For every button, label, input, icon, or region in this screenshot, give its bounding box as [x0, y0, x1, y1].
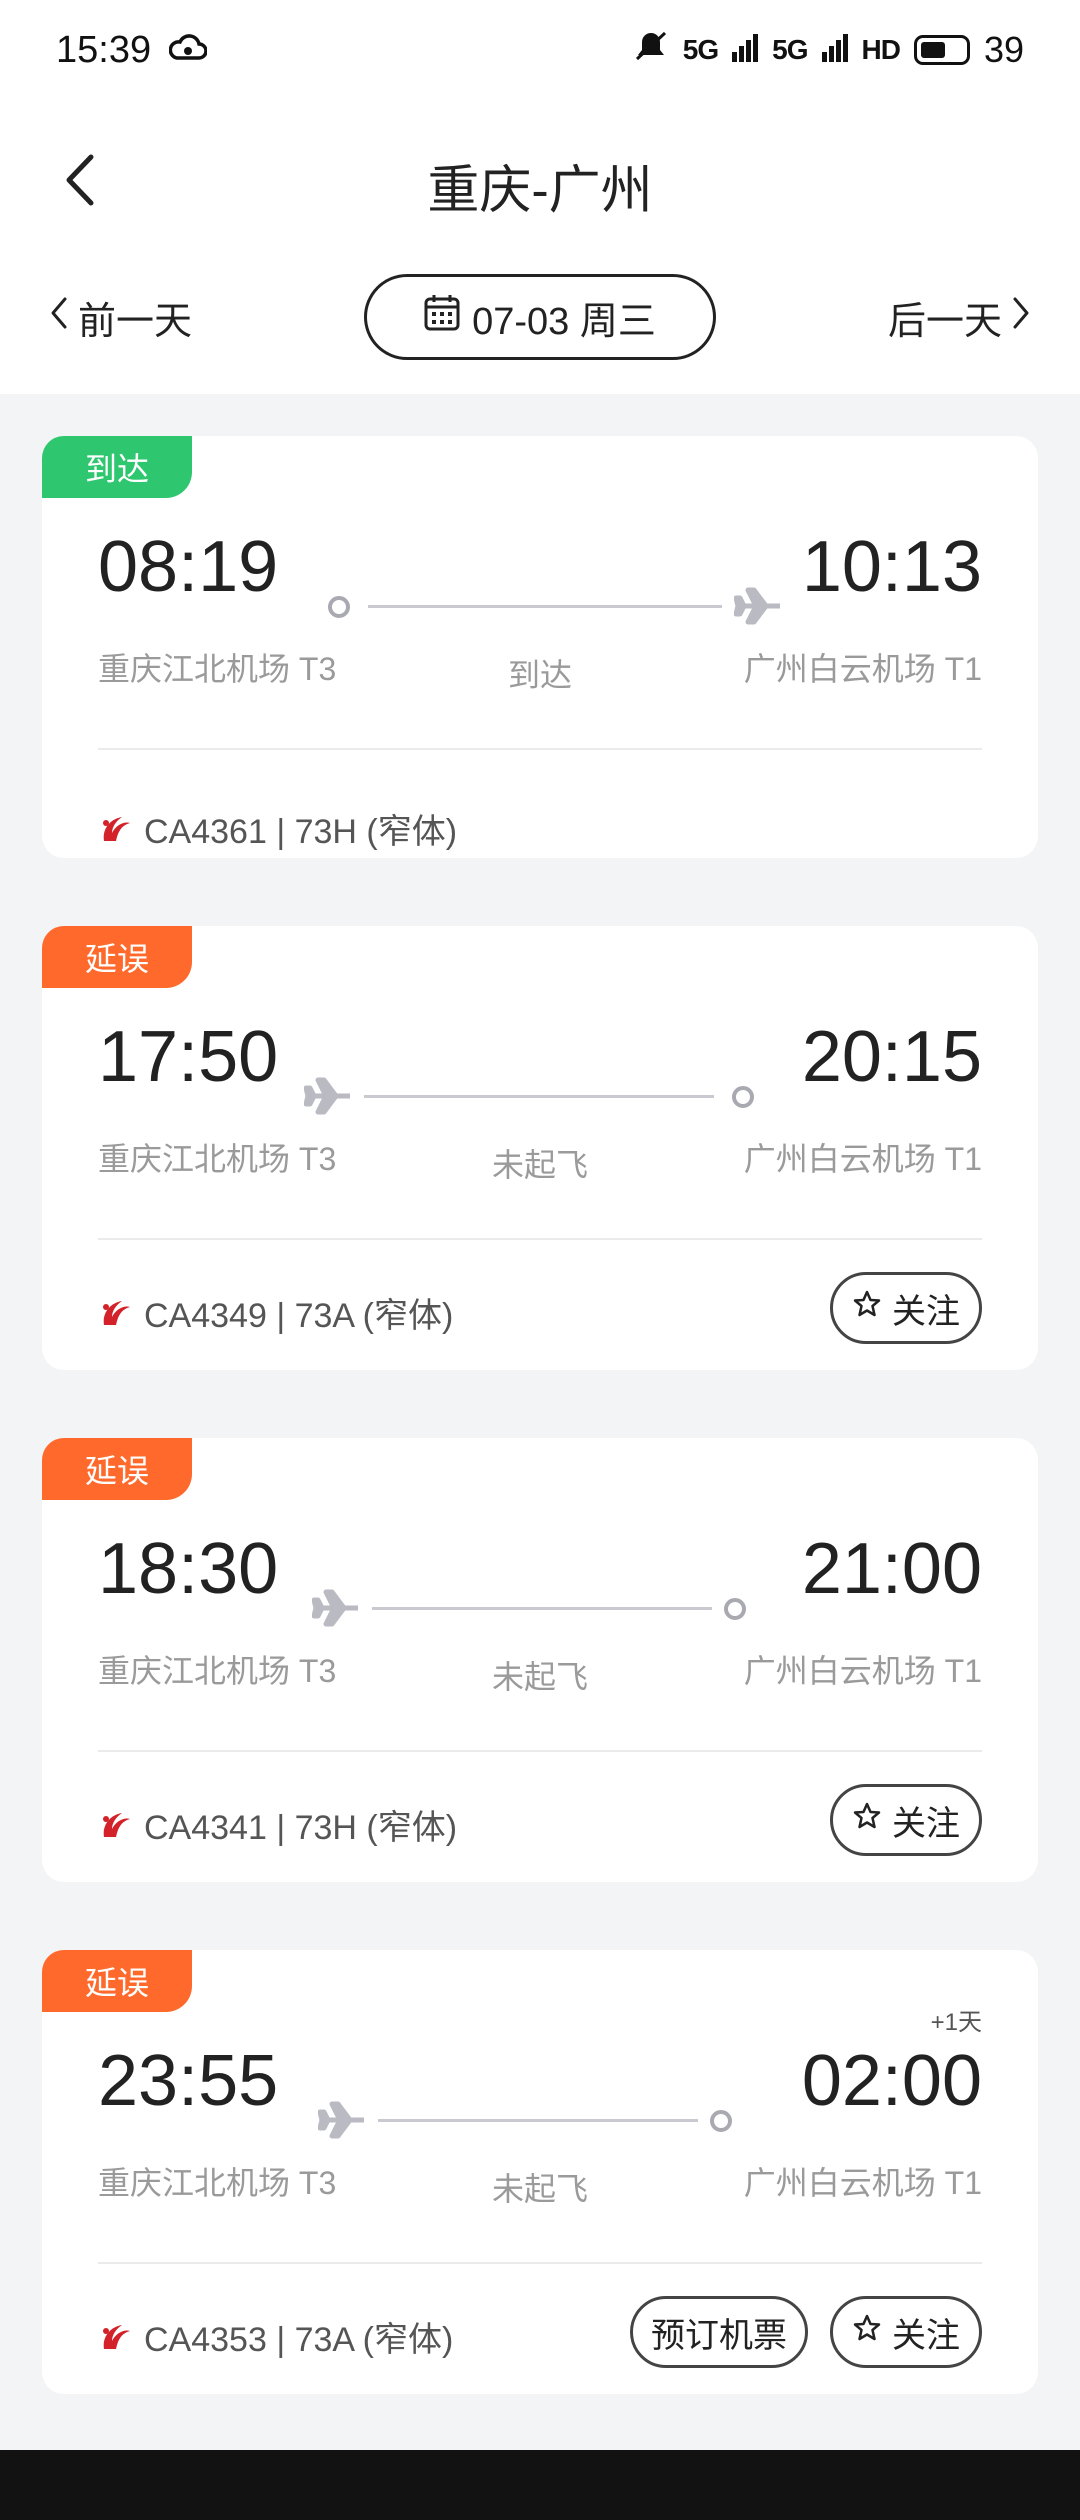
next-day-indicator: +1天 — [930, 2009, 982, 2036]
signal-bars-icon — [821, 29, 848, 71]
flight-number: CA4349 | 73A (窄体) — [144, 1297, 454, 1335]
route-indicator — [328, 586, 828, 626]
chevron-left-icon — [50, 296, 68, 340]
departure-time: 08:19 — [98, 527, 279, 607]
flight-number: CA4341 | 73H (窄体) — [144, 1809, 458, 1847]
flight-card[interactable]: 延误 17:50 20:15 重庆江北机场 T3 广州白云机场 T1 未起飞 C… — [42, 926, 1038, 1370]
status-bar-right: 5G 5G HD 39 — [633, 29, 1024, 72]
status-badge: 到达 — [42, 436, 192, 498]
flight-status: 到达 — [507, 657, 572, 693]
header: 重庆-广州 前一天 07-03 周三 后一天 — [0, 100, 1080, 394]
flight-card[interactable]: 到达 08:19 10:13 重庆江北机场 T3 广州白云机场 T1 到达 CA… — [42, 436, 1038, 858]
signal-5g-1: 5G — [682, 34, 719, 65]
departure-time: 18:30 — [98, 1529, 279, 1609]
next-day-button[interactable]: 后一天 — [888, 290, 1030, 345]
route-indicator — [303, 1076, 804, 1116]
route-line — [364, 1095, 714, 1098]
route-line — [378, 2119, 698, 2122]
airplane-icon — [311, 1588, 360, 1628]
divider — [98, 1238, 982, 1240]
divider — [98, 2262, 982, 2264]
arrival-time: 10:13 — [801, 527, 982, 607]
arrival-time: 02:00 — [801, 2041, 982, 2121]
route-indicator — [317, 2100, 818, 2140]
airline-logo-icon — [98, 1295, 134, 1331]
arrival-dot — [732, 1086, 754, 1108]
flight-info: CA4353 | 73A (窄体) — [98, 2312, 453, 2361]
departure-dot — [328, 596, 350, 618]
flight-info: CA4361 | 73H (窄体) — [98, 804, 457, 853]
status-bar: 15:39 5G 5G HD 39 — [0, 0, 1080, 100]
signal-5g-2: 5G — [772, 34, 808, 65]
route-indicator — [311, 1588, 812, 1628]
flight-status: 未起飞 — [491, 1659, 588, 1695]
status-badge: 延误 — [42, 1950, 192, 2012]
flight-card[interactable]: 延误 18:30 21:00 重庆江北机场 T3 广州白云机场 T1 未起飞 C… — [42, 1438, 1038, 1882]
arrival-time: 21:00 — [801, 1529, 982, 1609]
date-label: 07-03 周三 — [472, 300, 656, 343]
cloud-sync-icon — [168, 29, 208, 72]
battery-icon — [913, 35, 970, 65]
star-icon — [852, 1801, 882, 1840]
divider — [98, 1750, 982, 1752]
airplane-icon — [733, 586, 782, 626]
status-badge: 延误 — [42, 926, 192, 988]
page-title: 重庆-广州 — [427, 162, 653, 220]
battery-level: 39 — [983, 29, 1024, 70]
airline-logo-icon — [98, 1807, 134, 1843]
arrival-dot — [710, 2110, 732, 2132]
flight-number: CA4361 | 73H (窄体) — [144, 813, 458, 851]
route-line — [372, 1607, 712, 1610]
hd-indicator: HD — [861, 34, 901, 65]
date-selector[interactable]: 07-03 周三 — [364, 274, 716, 360]
status-badge: 延误 — [42, 1438, 192, 1500]
follow-label: 关注 — [892, 1292, 960, 1331]
bottom-navigation-bar — [0, 2450, 1080, 2520]
departure-time: 17:50 — [98, 1017, 279, 1097]
follow-button[interactable]: 关注 — [830, 1784, 982, 1856]
follow-label: 关注 — [892, 1804, 960, 1843]
flight-status: 未起飞 — [491, 2171, 588, 2207]
flight-status: 未起飞 — [491, 1147, 588, 1183]
status-bar-left: 15:39 — [56, 28, 208, 72]
departure-time: 23:55 — [98, 2041, 279, 2121]
follow-label: 关注 — [892, 2316, 960, 2355]
flight-info: CA4341 | 73H (窄体) — [98, 1800, 457, 1849]
book-ticket-button[interactable]: 预订机票 — [630, 2296, 808, 2368]
airplane-icon — [317, 2100, 366, 2140]
follow-button[interactable]: 关注 — [830, 2296, 982, 2368]
prev-day-button[interactable]: 前一天 — [50, 290, 192, 345]
signal-bars-icon — [732, 29, 759, 71]
arrival-time: 20:15 — [801, 1017, 982, 1097]
route-line — [368, 605, 722, 608]
flight-number: CA4353 | 73A (窄体) — [144, 2321, 454, 2359]
star-icon — [852, 1289, 882, 1328]
divider — [98, 748, 982, 750]
next-day-label: 后一天 — [887, 301, 1002, 343]
flight-card[interactable]: 延误 +1天 23:55 02:00 重庆江北机场 T3 广州白云机场 T1 未… — [42, 1950, 1038, 2394]
calendar-icon — [424, 293, 460, 341]
airline-logo-icon — [98, 2319, 134, 2355]
status-time: 15:39 — [56, 28, 152, 71]
flight-info: CA4349 | 73A (窄体) — [98, 1288, 453, 1337]
airline-logo-icon — [98, 811, 134, 847]
star-icon — [852, 2313, 882, 2352]
mute-icon — [633, 29, 669, 72]
chevron-right-icon — [1012, 296, 1030, 340]
arrival-dot — [724, 1598, 746, 1620]
prev-day-label: 前一天 — [78, 301, 193, 343]
follow-button[interactable]: 关注 — [830, 1272, 982, 1344]
airplane-icon — [303, 1076, 352, 1116]
book-ticket-label: 预订机票 — [651, 2316, 787, 2355]
